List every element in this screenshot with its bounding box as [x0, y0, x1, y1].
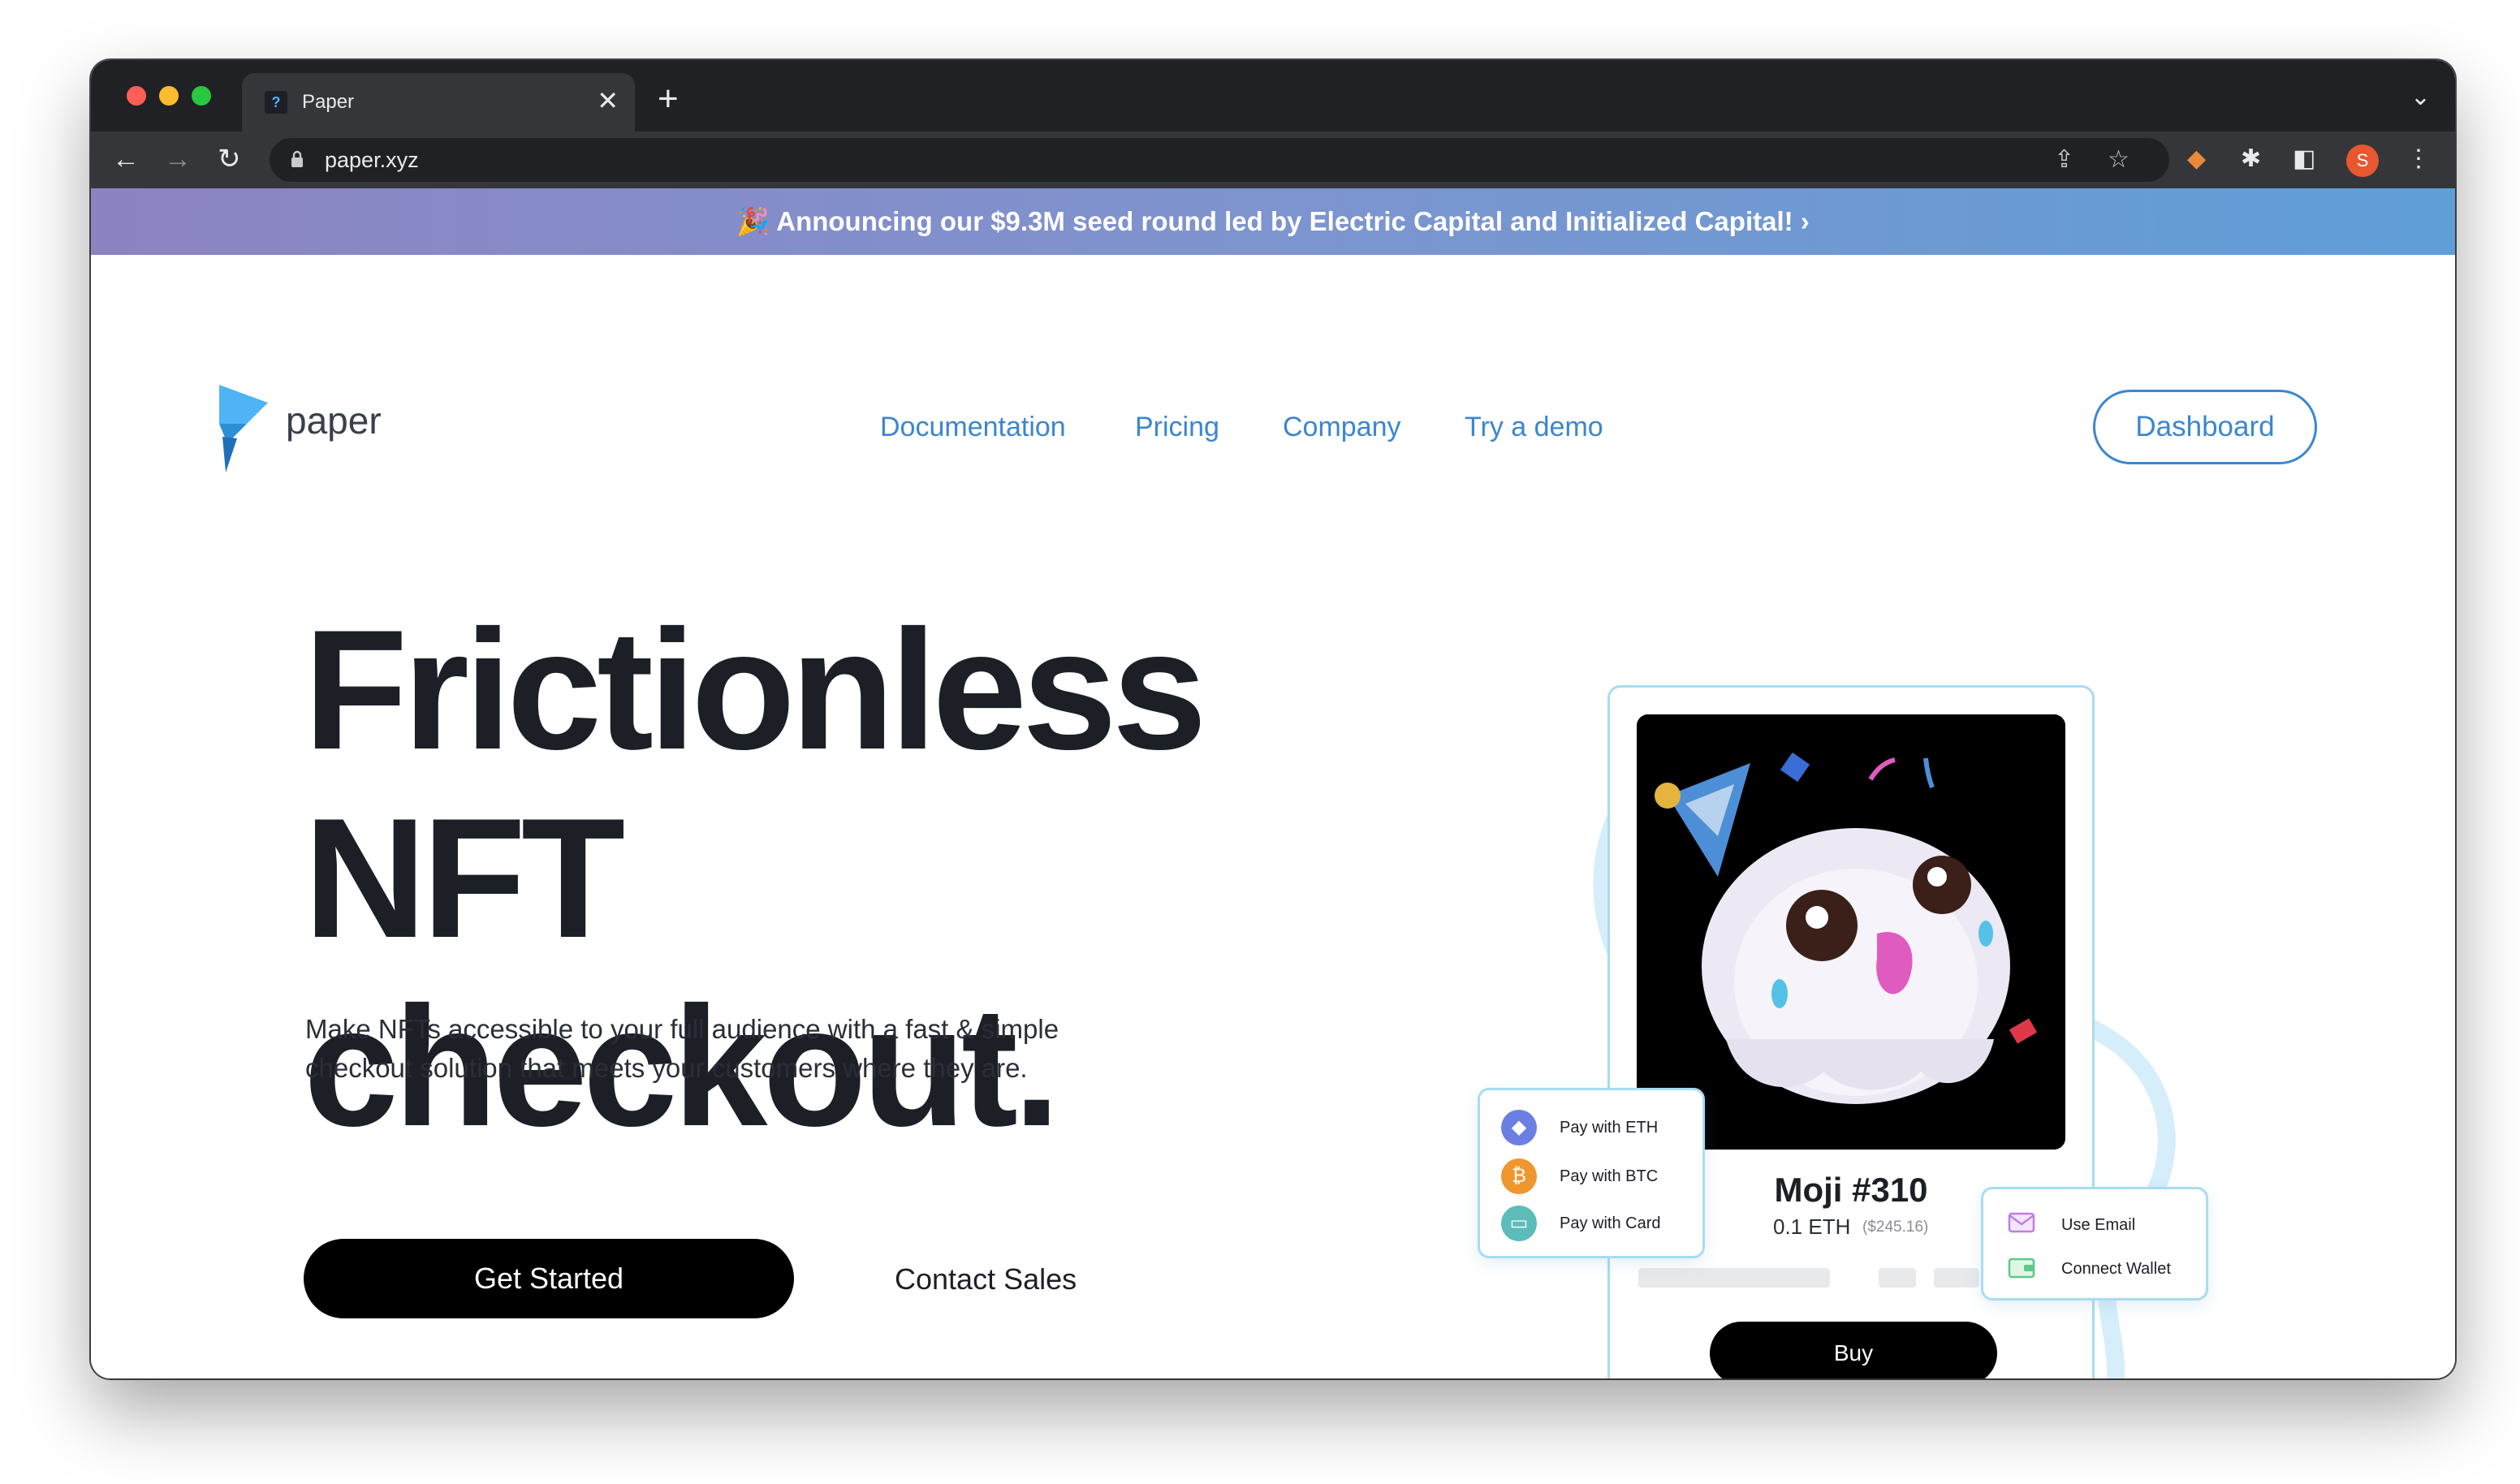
profile-avatar[interactable]: S: [2346, 145, 2379, 177]
wallet-icon: [2008, 1258, 2035, 1279]
hero-subheading: Make NFTs accessible to your full audien…: [305, 1010, 1117, 1088]
browser-window: ? Paper ✕ + ⌄ ← → ↻ paper.xyz ⇪ ☆ ◆ ✱ ◧ …: [91, 60, 2455, 1378]
paper-favicon-icon: ?: [265, 91, 287, 114]
bookmark-star-icon[interactable]: ☆: [2108, 146, 2129, 174]
bitcoin-icon: ₿: [1501, 1158, 1537, 1194]
nav-link-try-demo[interactable]: Try a demo: [1465, 409, 1603, 445]
hero-subheading-line1: Make NFTs accessible to your full audien…: [305, 1014, 1059, 1044]
payment-options-popup: ◆ Pay with ETH ₿ Pay with BTC ▭ Pay with…: [1478, 1088, 1705, 1258]
tab-title: Paper: [302, 91, 355, 113]
browser-toolbar: ← → ↻ paper.xyz ⇪ ☆ ◆ ✱ ◧ S ⋮: [91, 132, 2455, 188]
contact-sales-link[interactable]: Contact Sales: [895, 1262, 1077, 1297]
login-options-popup: Use Email Connect Wallet: [1981, 1187, 2208, 1301]
metamask-extension-icon[interactable]: ◆: [2187, 143, 2206, 175]
login-option-label: Connect Wallet: [2061, 1260, 2171, 1278]
reload-icon[interactable]: ↻: [218, 141, 241, 177]
announcement-banner[interactable]: 🎉 Announcing our $9.3M seed round led by…: [91, 188, 2455, 255]
logo-wordmark[interactable]: paper: [286, 398, 382, 443]
minimize-window-button[interactable]: [159, 86, 179, 106]
placeholder-bar: [1934, 1268, 1979, 1288]
login-option-label: Use Email: [2061, 1216, 2136, 1234]
nav-link-documentation[interactable]: Documentation: [880, 409, 1066, 445]
pay-option-label: Pay with Card: [1560, 1214, 1661, 1232]
forward-arrow-icon[interactable]: →: [164, 141, 192, 177]
lock-icon: [291, 150, 303, 167]
tab-strip: ? Paper ✕ + ⌄: [91, 60, 2455, 132]
paper-logo-icon[interactable]: [219, 385, 271, 476]
address-bar[interactable]: paper.xyz ⇪ ☆: [270, 138, 2169, 182]
pay-option-label: Pay with ETH: [1560, 1119, 1659, 1137]
placeholder-bar: [1879, 1268, 1916, 1288]
nft-price: 0.1 ETH: [1773, 1214, 1851, 1239]
ghost-party-icon: [1637, 714, 2065, 1150]
browser-menu-icon[interactable]: ⋮: [2406, 143, 2431, 175]
ethereum-icon: ◆: [1501, 1110, 1537, 1145]
back-arrow-icon[interactable]: ←: [112, 141, 140, 177]
dashboard-button[interactable]: Dashboard: [2093, 390, 2317, 464]
new-tab-button[interactable]: +: [658, 80, 679, 119]
side-panel-icon[interactable]: ◧: [2293, 143, 2315, 175]
pay-option-label: Pay with BTC: [1560, 1167, 1659, 1185]
credit-card-icon: ▭: [1501, 1206, 1537, 1241]
buy-button[interactable]: Buy: [1710, 1322, 1997, 1378]
nft-artwork-image: [1637, 714, 2065, 1150]
extensions-puzzle-icon[interactable]: ✱: [2241, 143, 2261, 175]
nft-price-usd: ($245.16): [1862, 1219, 1929, 1236]
placeholder-bar: [1638, 1268, 1830, 1288]
share-icon[interactable]: ⇪: [2054, 146, 2074, 174]
hero-subheading-line2: checkout solution that meets your custom…: [305, 1053, 1028, 1083]
tab-search-chevron-icon[interactable]: ⌄: [2410, 83, 2431, 111]
nav-link-company[interactable]: Company: [1283, 409, 1401, 445]
nav-link-pricing[interactable]: Pricing: [1135, 409, 1219, 445]
browser-tab[interactable]: ? Paper ✕: [242, 73, 635, 132]
hero-headline-line1: Frictionless NFT: [304, 594, 1207, 973]
close-window-button[interactable]: [127, 86, 146, 106]
tab-close-icon[interactable]: ✕: [597, 86, 619, 115]
get-started-button[interactable]: Get Started: [304, 1239, 794, 1318]
envelope-icon: [2008, 1212, 2035, 1233]
url-text: paper.xyz: [325, 148, 419, 172]
maximize-window-button[interactable]: [192, 86, 211, 106]
page-content: paper Documentation Pricing Company Try …: [91, 255, 2455, 1378]
